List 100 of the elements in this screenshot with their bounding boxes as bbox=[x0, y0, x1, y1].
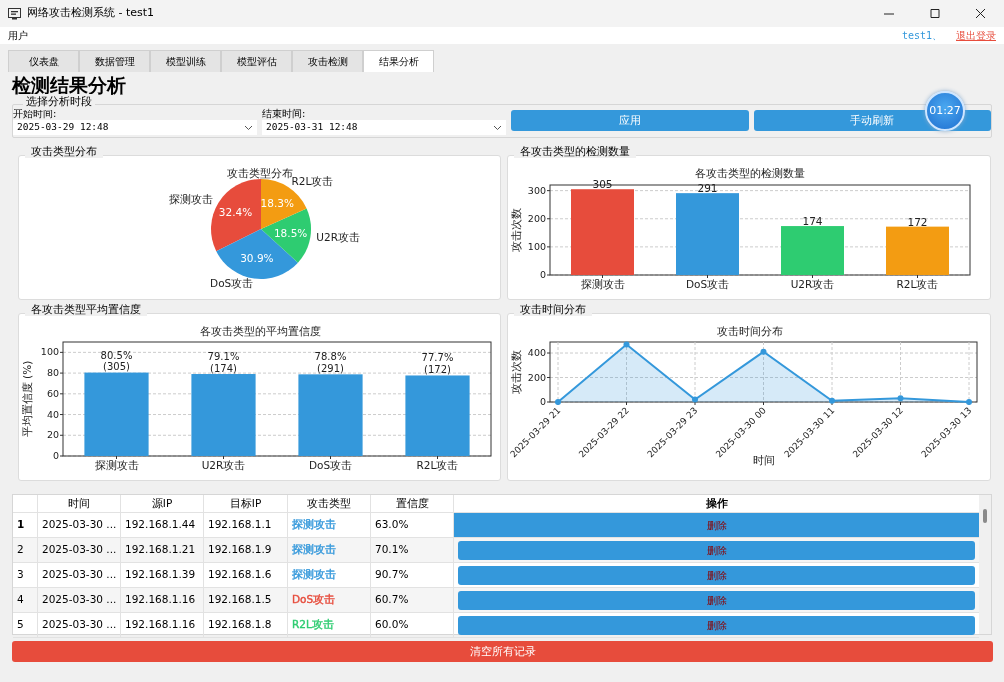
tick-label: 400 bbox=[527, 347, 546, 358]
tick-label: 100 bbox=[527, 240, 546, 252]
tab[interactable]: 攻击检测 bbox=[292, 50, 363, 72]
table-cell: 192.168.1.16 bbox=[121, 588, 204, 612]
table-cell: 2025-03-30 ... bbox=[38, 613, 121, 637]
tick-label: 0 bbox=[539, 396, 546, 407]
tick-label: 100 bbox=[40, 346, 59, 358]
data-point bbox=[966, 399, 972, 405]
panel-title: 各攻击类型的检测数量 bbox=[514, 145, 636, 158]
row-number: 3 bbox=[13, 563, 38, 587]
data-point bbox=[623, 341, 630, 348]
window-title: 网络攻击检测系统 - test1 bbox=[27, 5, 155, 22]
tick-label: 200 bbox=[527, 371, 546, 383]
user-name: test1、 bbox=[901, 29, 942, 43]
tick-label: U2R攻击 bbox=[790, 278, 835, 290]
row-number: 4 bbox=[13, 588, 38, 612]
table-cell: 2025-03-30 ... bbox=[38, 538, 121, 562]
tick-label: DoS攻击 bbox=[685, 278, 730, 290]
table-cell: 90.7% bbox=[371, 563, 454, 587]
slice-label: R2L攻击 bbox=[291, 175, 334, 187]
tab[interactable]: 数据管理 bbox=[79, 50, 150, 72]
tick-label: 20 bbox=[46, 429, 59, 441]
table-cell: 192.168.1.44 bbox=[121, 513, 204, 537]
table-cell: 70.1% bbox=[371, 538, 454, 562]
data-point bbox=[692, 396, 698, 403]
bar-value: (305) bbox=[103, 361, 130, 373]
chart-title: 各攻击类型的检测数量 bbox=[694, 167, 805, 180]
date-field[interactable]: 2025-03-31 12:48 bbox=[262, 120, 506, 135]
chart-title: 各攻击类型的平均置信度 bbox=[199, 325, 321, 338]
bar-value: 291 bbox=[697, 182, 718, 195]
attack-type-label: 探测攻击 bbox=[292, 567, 336, 583]
tick-label: 80 bbox=[46, 367, 59, 379]
slice-label: DoS攻击 bbox=[210, 277, 254, 290]
field-label: 结束时间: bbox=[262, 108, 307, 120]
bar-value: 305 bbox=[592, 178, 613, 191]
bar-value: 79.1% bbox=[207, 351, 240, 362]
row-number: 1 bbox=[13, 513, 38, 537]
field-label: 开始时间: bbox=[13, 108, 58, 120]
bar-value: 80.5% bbox=[100, 349, 133, 361]
table-cell: 2025-03-30 ... bbox=[38, 513, 121, 537]
data-point bbox=[829, 397, 835, 404]
tick-label: R2L攻击 bbox=[896, 278, 939, 290]
column-header: 操作 bbox=[704, 495, 729, 511]
table-cell: 192.168.1.16 bbox=[121, 613, 204, 637]
tick-label: 300 bbox=[527, 184, 546, 196]
tick-label: 探测攻击 bbox=[94, 459, 139, 471]
timer-toast: 01:27 bbox=[925, 91, 965, 131]
chevron-icon bbox=[493, 124, 502, 131]
tick-label: R2L攻击 bbox=[416, 459, 459, 471]
chevron-icon bbox=[244, 124, 253, 131]
column-header: 源IP bbox=[121, 495, 204, 512]
bar-value: (174) bbox=[210, 362, 237, 374]
chart-title: 攻击时间分布 bbox=[716, 325, 783, 338]
attack-type-label: DoS攻击 bbox=[292, 592, 336, 608]
tab[interactable]: 模型训练 bbox=[150, 50, 221, 72]
app-icon bbox=[8, 7, 21, 20]
bar-value: 172 bbox=[907, 215, 928, 228]
tick-label: DoS攻击 bbox=[308, 459, 353, 471]
tick-label: 0 bbox=[52, 450, 59, 461]
data-point bbox=[897, 395, 904, 402]
tab[interactable]: 结果分析 bbox=[363, 50, 434, 72]
slice-label: U2R攻击 bbox=[316, 230, 360, 243]
row-number: 5 bbox=[13, 613, 38, 637]
panel-title: 攻击时间分布 bbox=[514, 303, 592, 316]
group-title: 选择分析时段 bbox=[23, 94, 95, 110]
tick-label: 0 bbox=[539, 269, 546, 280]
table-cell: 192.168.1.1 bbox=[204, 513, 288, 537]
table-cell: 60.0% bbox=[371, 613, 454, 637]
logout-link[interactable]: 退出登录 bbox=[956, 28, 996, 43]
table-cell: 192.168.1.8 bbox=[204, 613, 288, 637]
tab[interactable]: 仪表盘 bbox=[8, 50, 79, 72]
page-title: 检测结果分析 bbox=[12, 73, 127, 96]
slice-value: 18.3% bbox=[260, 196, 294, 209]
column-header: 目标IP bbox=[204, 495, 288, 512]
table-cell: 192.168.1.5 bbox=[204, 588, 288, 612]
slice-label: 探测攻击 bbox=[169, 192, 214, 205]
bar-value: 174 bbox=[802, 215, 823, 228]
attack-type-label: 探测攻击 bbox=[292, 517, 336, 533]
table-cell: 192.168.1.6 bbox=[204, 563, 288, 587]
bar-value: 77.7% bbox=[421, 352, 454, 364]
date-field[interactable]: 2025-03-29 12:48 bbox=[13, 120, 257, 135]
table-cell: 192.168.1.21 bbox=[121, 538, 204, 562]
tick-label: 200 bbox=[527, 212, 546, 224]
slice-value: 18.5% bbox=[273, 226, 308, 239]
menu-item[interactable]: 用户 bbox=[8, 28, 28, 43]
tab[interactable]: 模型评估 bbox=[221, 50, 292, 72]
axis-title: 攻击次数 bbox=[510, 208, 522, 252]
tick-label: 60 bbox=[46, 387, 59, 399]
table-cell: 192.168.1.39 bbox=[121, 563, 204, 587]
table-cell: 2025-03-30 ... bbox=[38, 563, 121, 587]
slice-value: 30.9% bbox=[240, 251, 274, 264]
table-cell: 60.7% bbox=[371, 588, 454, 612]
scrollbar[interactable] bbox=[979, 495, 991, 634]
attack-type-label: 探测攻击 bbox=[292, 542, 336, 558]
column-header: 时间 bbox=[38, 495, 121, 512]
clear-all-button[interactable]: 清空所有记录 bbox=[12, 641, 993, 662]
bar-value: (291) bbox=[317, 362, 344, 374]
panel-title: 攻击类型分布 bbox=[25, 145, 103, 158]
row-number: 2 bbox=[13, 538, 38, 562]
table-cell: 2025-03-30 ... bbox=[38, 588, 121, 612]
